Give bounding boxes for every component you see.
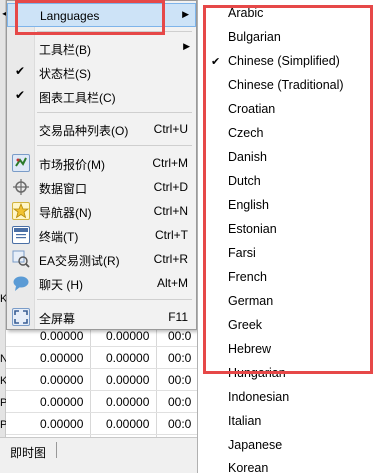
language-item-indonesian[interactable]: Indonesian: [228, 390, 289, 404]
ask-cell: 0.00000: [106, 329, 150, 343]
navigator-star-icon: [12, 202, 30, 220]
time-cell: 00:0: [168, 351, 192, 365]
menu-separator: [37, 299, 192, 300]
language-item-arabic[interactable]: Arabic: [228, 6, 263, 20]
language-item-french[interactable]: French: [228, 270, 267, 284]
language-item-danish[interactable]: Danish: [228, 150, 267, 164]
language-item-italian[interactable]: Italian: [228, 414, 261, 428]
menu-item-statusbar[interactable]: ✔ 状态栏(S): [7, 60, 196, 84]
time-cell: 00:0: [168, 417, 192, 431]
menu-item-shortcut: Ctrl+M: [152, 156, 188, 170]
language-item-czech[interactable]: Czech: [228, 126, 263, 140]
bid-cell: 0.00000: [40, 395, 84, 409]
menu-item-shortcut: Ctrl+D: [153, 180, 188, 194]
menu-item-label: 全屏幕: [39, 312, 76, 326]
tab-separator: [56, 442, 57, 458]
menu-item-label: 工具栏(B): [39, 43, 91, 57]
menu-item-chart-toolbar[interactable]: ✔ 图表工具栏(C): [7, 84, 196, 108]
menu-item-label: 市场报价(M): [39, 158, 105, 172]
menu-item-label: 聊天 (H): [39, 278, 83, 292]
bottom-tab-bar: 即时图: [0, 437, 203, 473]
menu-item-shortcut: Ctrl+N: [153, 204, 188, 218]
menu-item-toolbar[interactable]: 工具栏(B) ▶: [7, 36, 196, 60]
language-item-bulgarian[interactable]: Bulgarian: [228, 30, 281, 44]
menu-item-symbols[interactable]: 交易品种列表(O) Ctrl+U: [7, 117, 196, 141]
menu-item-terminal[interactable]: 终端(T) Ctrl+T: [7, 223, 196, 247]
language-item-hebrew[interactable]: Hebrew: [228, 342, 271, 356]
language-item-farsi[interactable]: Farsi: [228, 246, 256, 260]
submenu-arrow-icon: ▶: [182, 9, 189, 19]
table-row[interactable]: 0.00000 0.00000 00:0: [6, 391, 203, 413]
market-watch-table: 0.00000 0.00000 00:0 0.00000 0.00000 00:…: [6, 325, 203, 437]
checkmark-icon: ✔: [15, 88, 26, 102]
menu-item-strategy-tester[interactable]: EA交易测试(R) Ctrl+R: [7, 247, 196, 271]
terminal-window-icon: [12, 226, 30, 244]
ask-cell: 0.00000: [106, 417, 150, 431]
language-item-chinese-simplified[interactable]: Chinese (Simplified): [228, 54, 340, 68]
menu-separator: [37, 31, 192, 32]
menu-item-shortcut: Alt+M: [156, 276, 188, 290]
language-item-chinese-traditional[interactable]: Chinese (Traditional): [228, 78, 344, 92]
menu-item-shortcut: Ctrl+U: [153, 122, 188, 136]
bid-cell: 0.00000: [40, 329, 84, 343]
menu-item-shortcut: F11: [168, 310, 188, 324]
menu-separator: [37, 112, 192, 113]
languages-submenu: Arabic Bulgarian ✔ Chinese (Simplified) …: [197, 0, 383, 473]
table-row[interactable]: 0.00000 0.00000 00:0: [6, 369, 203, 391]
crosshair-icon: [12, 178, 30, 196]
menu-item-label: 导航器(N): [39, 206, 92, 220]
menu-item-label: 图表工具栏(C): [39, 91, 116, 105]
language-item-greek[interactable]: Greek: [228, 318, 262, 332]
view-menu: Languages ▶ 工具栏(B) ▶ ✔ 状态栏(S) ✔ 图表工具栏(C)…: [6, 0, 197, 330]
language-item-dutch[interactable]: Dutch: [228, 174, 261, 188]
menu-item-navigator[interactable]: 导航器(N) Ctrl+N: [7, 199, 196, 223]
time-cell: 00:0: [168, 395, 192, 409]
submenu-arrow-icon: ▶: [183, 41, 190, 51]
menu-item-label: EA交易测试(R): [39, 254, 120, 268]
language-item-english[interactable]: English: [228, 198, 269, 212]
menu-item-data-window[interactable]: 数据窗口 Ctrl+D: [7, 175, 196, 199]
menu-item-label: Languages: [40, 9, 100, 23]
tab-tick-chart[interactable]: 即时图: [10, 444, 46, 461]
menu-item-languages[interactable]: Languages ▶: [7, 3, 196, 27]
language-item-estonian[interactable]: Estonian: [228, 222, 277, 236]
chat-bubble-icon: [12, 274, 30, 292]
menu-item-label: 数据窗口: [39, 182, 88, 196]
language-item-korean[interactable]: Korean: [228, 461, 268, 473]
table-row[interactable]: 0.00000 0.00000 00:0: [6, 347, 203, 369]
time-cell: 00:0: [168, 329, 192, 343]
language-item-german[interactable]: German: [228, 294, 273, 308]
menu-item-shortcut: Ctrl+T: [155, 228, 188, 242]
menu-item-market-watch[interactable]: 市场报价(M) Ctrl+M: [7, 151, 196, 175]
menu-item-label: 交易品种列表(O): [39, 124, 129, 138]
bid-cell: 0.00000: [40, 373, 84, 387]
menu-item-chat[interactable]: 聊天 (H) Alt+M: [7, 271, 196, 295]
bid-cell: 0.00000: [40, 417, 84, 431]
ask-cell: 0.00000: [106, 373, 150, 387]
menu-item-label: 状态栏(S): [39, 67, 91, 81]
menu-item-fullscreen[interactable]: 全屏幕 F11: [7, 305, 196, 329]
magnifier-chart-icon: [12, 250, 30, 268]
language-item-hungarian[interactable]: Hungarian: [228, 366, 286, 380]
menu-separator: [37, 145, 192, 146]
menu-item-label: 终端(T): [39, 230, 79, 244]
ask-cell: 0.00000: [106, 395, 150, 409]
menu-item-shortcut: Ctrl+R: [153, 252, 188, 266]
checkmark-icon: ✔: [211, 56, 221, 68]
language-item-japanese[interactable]: Japanese: [228, 438, 282, 452]
market-watch-icon: [12, 154, 30, 172]
time-cell: 00:0: [168, 373, 192, 387]
ask-cell: 0.00000: [106, 351, 150, 365]
fullscreen-icon: [12, 308, 30, 326]
checkmark-icon: ✔: [15, 64, 26, 78]
bid-cell: 0.00000: [40, 351, 84, 365]
language-item-croatian[interactable]: Croatian: [228, 102, 275, 116]
table-row[interactable]: 0.00000 0.00000 00:0: [6, 413, 203, 435]
